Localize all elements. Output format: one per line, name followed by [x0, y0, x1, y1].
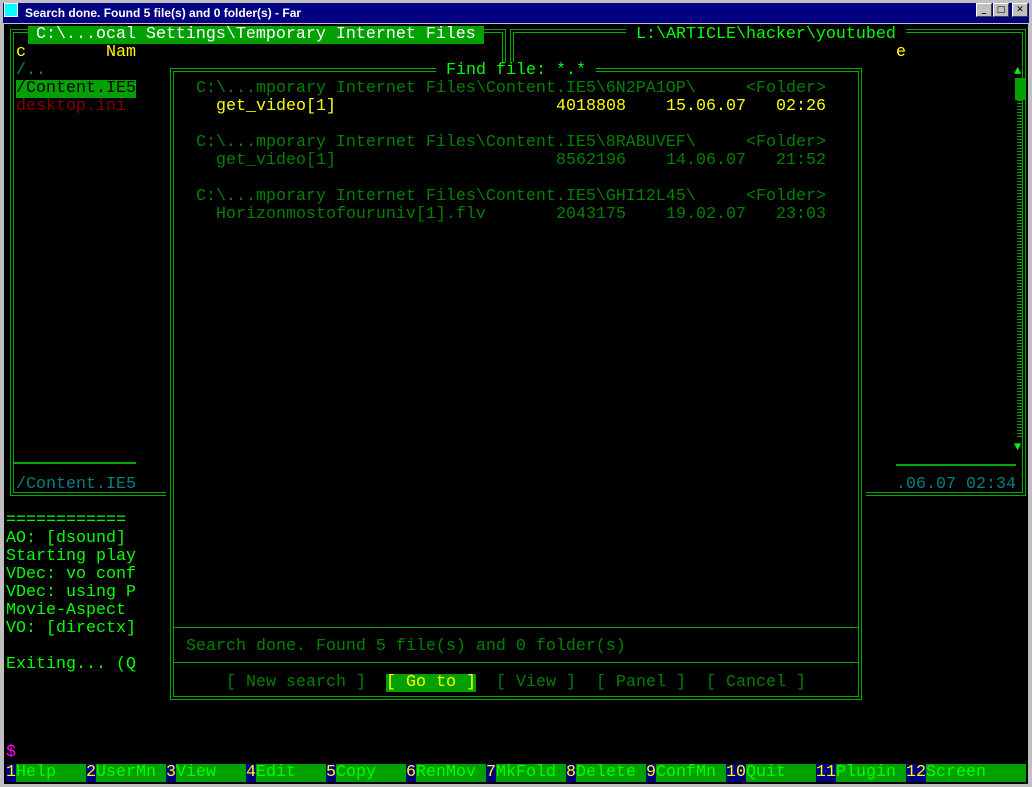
- result-time: 02:26: [776, 97, 826, 116]
- right-panel-info: .06.07 02:34: [896, 475, 1016, 494]
- result-file[interactable]: Horizonmostofouruniv[1].flv: [216, 206, 486, 224]
- console-line: AO: [dsound]: [6, 529, 126, 548]
- fkey-renmov[interactable]: 6 RenMov: [406, 764, 486, 782]
- console-line: Starting play: [6, 547, 136, 566]
- dialog-separator: [174, 662, 858, 663]
- fkey-number: 6: [406, 763, 416, 782]
- fkey-view[interactable]: 3 View: [166, 764, 246, 782]
- result-date: 15.06.07: [666, 97, 746, 116]
- result-folder[interactable]: C:\...mporary Internet Files\Content.IE5…: [196, 188, 696, 206]
- cancel-button[interactable]: [ Cancel ]: [706, 674, 806, 692]
- fkey-label: MkFold: [496, 764, 566, 782]
- fkey-label: RenMov: [416, 764, 486, 782]
- result-date: 19.02.07: [666, 205, 746, 224]
- new-search-button[interactable]: [ New search ]: [226, 674, 366, 692]
- fkey-label: Screen: [926, 764, 996, 782]
- fkey-label: Quit: [746, 764, 816, 782]
- fkey-usermn[interactable]: 2 UserMn: [86, 764, 166, 782]
- function-key-bar: 1 Help 2 UserMn 3 View 4 Edit 5 Copy 6 RenMov 7 MkFol…: [6, 764, 1026, 782]
- right-panel-separator: [896, 464, 1016, 466]
- fkey-plugin[interactable]: 11 Plugin: [816, 764, 906, 782]
- file-item-desktop-ini[interactable]: desktop.ini: [16, 98, 126, 116]
- maximize-button[interactable]: □: [993, 3, 1009, 17]
- console-line: VO: [directx]: [6, 619, 136, 638]
- dialog-separator: [174, 627, 858, 628]
- console-line: Movie-Aspect: [6, 601, 126, 620]
- result-time: 21:52: [776, 151, 826, 170]
- view-button[interactable]: [ View ]: [496, 674, 576, 692]
- fkey-label: Copy: [336, 764, 406, 782]
- fkey-delete[interactable]: 8 Delete: [566, 764, 646, 782]
- file-item-content-ie5[interactable]: /Content.IE5: [16, 80, 136, 98]
- fkey-label: Delete: [576, 764, 646, 782]
- close-button[interactable]: ✕: [1012, 3, 1028, 17]
- console-line: VDec: using P: [6, 583, 136, 602]
- scroll-down-icon[interactable]: ▼: [1014, 438, 1021, 456]
- file-item-parent[interactable]: /..: [16, 62, 46, 80]
- scrollbar-track[interactable]: [1017, 100, 1023, 438]
- right-col-e: e: [896, 43, 906, 62]
- folder-tag: <Folder>: [746, 187, 826, 206]
- left-panel-separator: [14, 462, 136, 464]
- fkey-number: 2: [86, 763, 96, 782]
- fkey-screen[interactable]: 12 Screen: [906, 764, 996, 782]
- fkey-number: 7: [486, 763, 496, 782]
- fkey-number: 3: [166, 763, 176, 782]
- result-folder[interactable]: C:\...mporary Internet Files\Content.IE5…: [196, 134, 696, 152]
- fkey-number: 9: [646, 763, 656, 782]
- left-col-name[interactable]: Nam: [106, 44, 136, 62]
- console-line: ============: [6, 511, 126, 530]
- search-status: Search done. Found 5 file(s) and 0 folde…: [186, 637, 626, 656]
- left-panel-info: /Content.IE5: [16, 475, 136, 494]
- fkey-copy[interactable]: 5 Copy: [326, 764, 406, 782]
- fkey-label: Plugin: [836, 764, 906, 782]
- folder-tag: <Folder>: [746, 79, 826, 98]
- console-line: VDec: vo conf: [6, 565, 136, 584]
- command-prompt[interactable]: $: [6, 744, 16, 762]
- fkey-quit[interactable]: 10 Quit: [726, 764, 816, 782]
- result-date: 14.06.07: [666, 151, 746, 170]
- fkey-number: 5: [326, 763, 336, 782]
- result-folder[interactable]: C:\...mporary Internet Files\Content.IE5…: [196, 80, 696, 98]
- console-line: Exiting... (Q: [6, 655, 136, 674]
- dialog-title: Find file: *.*: [436, 62, 596, 80]
- fkey-number: 10: [726, 763, 746, 782]
- fkey-label: Help: [16, 764, 86, 782]
- left-col-c: c: [16, 43, 26, 62]
- result-size: 4018808: [556, 97, 626, 116]
- minimize-button[interactable]: _: [976, 3, 992, 17]
- right-panel-path: L:\ARTICLE\hacker\youtubed: [626, 26, 906, 44]
- far-app-icon[interactable]: [4, 3, 18, 17]
- fkey-number: 1: [6, 763, 16, 782]
- result-time: 23:03: [776, 205, 826, 224]
- fkey-label: ConfMn: [656, 764, 726, 782]
- result-size: 2043175: [556, 205, 626, 224]
- fkey-label: View: [176, 764, 246, 782]
- window-title-bar: Search done. Found 5 file(s) and 0 folde…: [3, 3, 1029, 23]
- result-file[interactable]: get_video[1]: [216, 98, 336, 116]
- fkey-edit[interactable]: 4 Edit: [246, 764, 326, 782]
- fkey-confmn[interactable]: 9 ConfMn: [646, 764, 726, 782]
- fkey-number: 11: [816, 763, 836, 782]
- fkey-help[interactable]: 1 Help: [6, 764, 86, 782]
- fkey-number: 8: [566, 763, 576, 782]
- left-panel-path: C:\...ocal Settings\Temporary Internet F…: [28, 26, 484, 44]
- scrollbar-thumb[interactable]: [1015, 78, 1025, 100]
- folder-tag: <Folder>: [746, 133, 826, 152]
- fkey-mkfold[interactable]: 7 MkFold: [486, 764, 566, 782]
- result-size: 8562196: [556, 151, 626, 170]
- window-title: Search done. Found 5 file(s) and 0 folde…: [25, 6, 302, 20]
- fkey-label: Edit: [256, 764, 326, 782]
- result-file[interactable]: get_video[1]: [216, 152, 336, 170]
- fkey-label: UserMn: [96, 764, 166, 782]
- fkey-number: 4: [246, 763, 256, 782]
- go-to-button[interactable]: [ Go to ]: [386, 674, 476, 692]
- panel-button[interactable]: [ Panel ]: [596, 674, 686, 692]
- fkey-number: 12: [906, 763, 926, 782]
